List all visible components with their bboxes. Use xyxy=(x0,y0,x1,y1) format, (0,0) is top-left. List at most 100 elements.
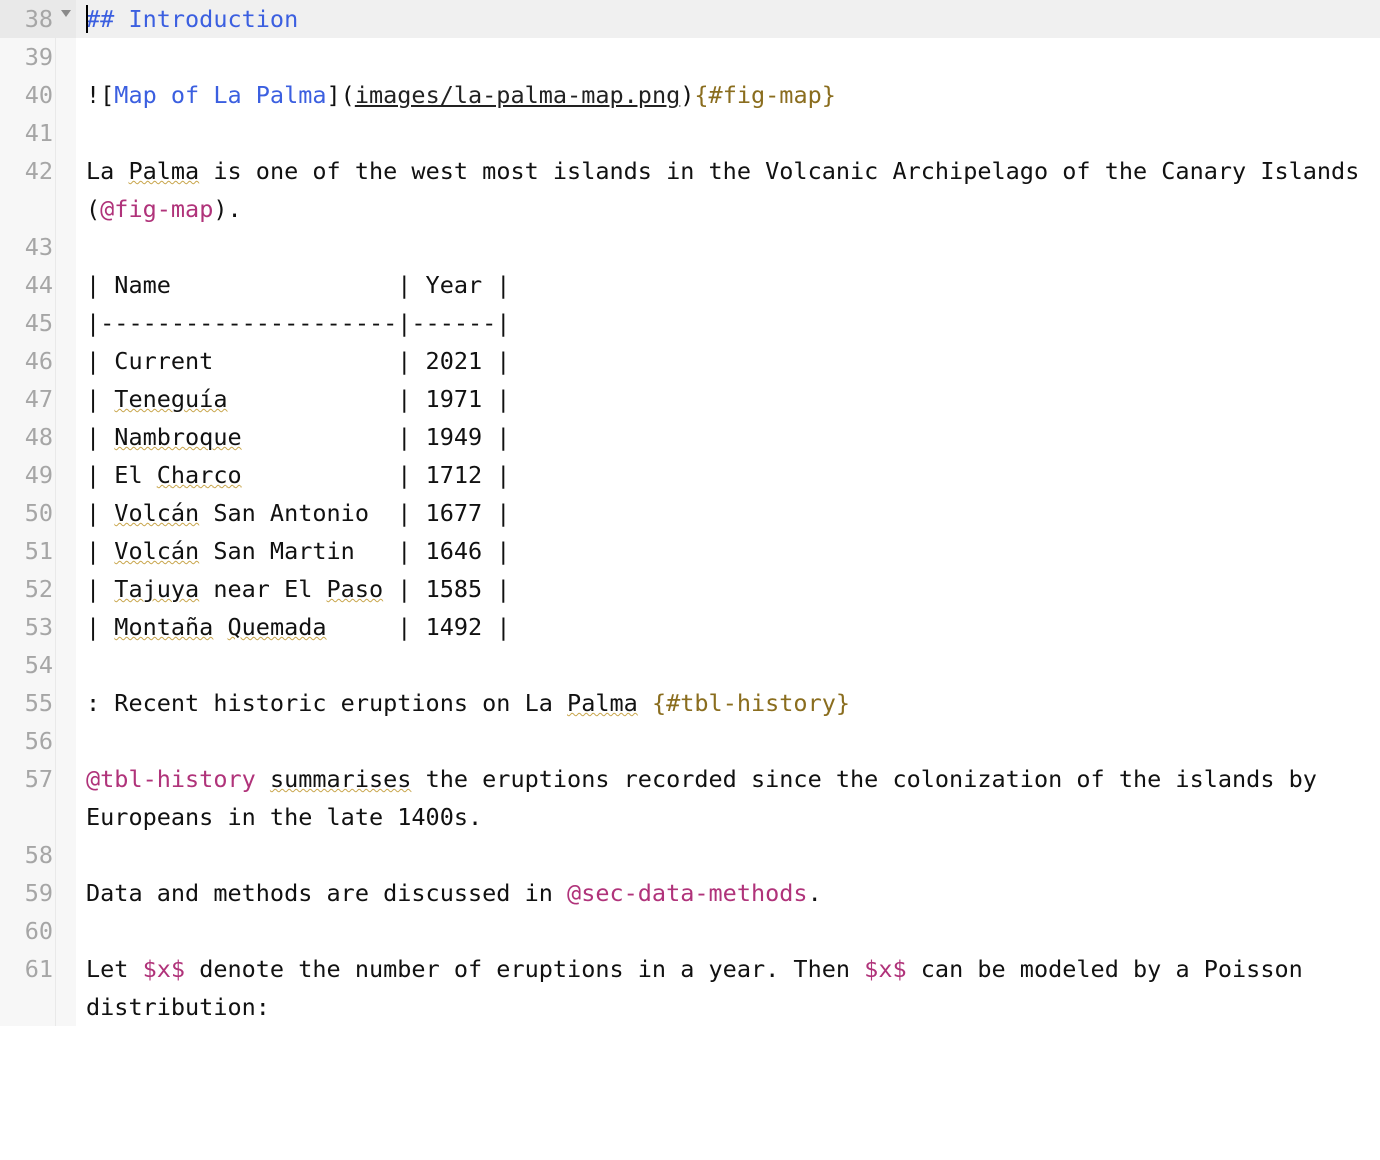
line-content[interactable]: | Nambroque | 1949 | xyxy=(76,418,1380,456)
fold-gutter xyxy=(56,228,76,266)
fold-gutter xyxy=(56,836,76,874)
code-line[interactable]: 61Let $x$ denote the number of eruptions… xyxy=(0,950,1380,1026)
code-text xyxy=(213,613,227,641)
code-line[interactable]: 43 xyxy=(0,228,1380,266)
code-line[interactable]: 59Data and methods are discussed in @sec… xyxy=(0,874,1380,912)
fold-gutter[interactable] xyxy=(56,0,76,38)
code-line[interactable]: 55 : Recent historic eruptions on La Palm… xyxy=(0,684,1380,722)
code-text: San Martin | 1646 | xyxy=(199,537,510,565)
code-text xyxy=(638,689,652,717)
line-content[interactable]: Let $x$ denote the number of eruptions i… xyxy=(76,950,1380,1026)
fold-gutter xyxy=(56,418,76,456)
fold-gutter xyxy=(56,380,76,418)
line-number: 40 xyxy=(0,76,56,114)
code-line[interactable]: 41 xyxy=(0,114,1380,152)
text-cursor xyxy=(86,5,88,33)
line-content[interactable]: | Teneguía | 1971 | xyxy=(76,380,1380,418)
line-number: 60 xyxy=(0,912,56,950)
fold-gutter xyxy=(56,304,76,342)
code-text: near El xyxy=(199,575,326,603)
code-text: | xyxy=(86,537,114,565)
code-text: | El xyxy=(86,461,157,489)
code-text: | 1585 | xyxy=(383,575,510,603)
line-content[interactable]: | Montaña Quemada | 1492 | xyxy=(76,608,1380,646)
md-image-suffix: ) xyxy=(680,81,694,109)
fold-gutter xyxy=(56,76,76,114)
fold-gutter xyxy=(56,342,76,380)
fold-gutter xyxy=(56,38,76,76)
line-number: 55 xyxy=(0,684,56,722)
spellcheck-word: Quemada xyxy=(228,613,327,641)
md-image-alt: Map of La Palma xyxy=(114,81,326,109)
code-editor[interactable]: 38## Introduction3940 ![Map of La Palma](… xyxy=(0,0,1380,1026)
line-content[interactable]: ![Map of La Palma](images/la-palma-map.p… xyxy=(76,76,1380,114)
line-content[interactable]: | Volcán San Antonio | 1677 | xyxy=(76,494,1380,532)
code-line[interactable]: 54 xyxy=(0,646,1380,684)
spellcheck-word: Nambroque xyxy=(114,423,241,451)
fold-gutter xyxy=(56,494,76,532)
line-content[interactable]: |---------------------|------| xyxy=(76,304,1380,342)
code-line[interactable]: 53| Montaña Quemada | 1492 | xyxy=(0,608,1380,646)
code-line[interactable]: 38## Introduction xyxy=(0,0,1380,38)
fold-gutter xyxy=(56,532,76,570)
line-number: 57 xyxy=(0,760,56,836)
line-number: 47 xyxy=(0,380,56,418)
fold-gutter xyxy=(56,874,76,912)
line-content[interactable]: | El Charco | 1712 | xyxy=(76,456,1380,494)
line-number: 49 xyxy=(0,456,56,494)
chevron-down-icon[interactable] xyxy=(61,10,71,17)
line-number: 56 xyxy=(0,722,56,760)
line-number: 39 xyxy=(0,38,56,76)
line-content[interactable]: ## Introduction xyxy=(76,0,1380,38)
code-text: La xyxy=(86,157,128,185)
code-line[interactable]: 48| Nambroque | 1949 | xyxy=(0,418,1380,456)
line-content[interactable]: Data and methods are discussed in @sec-d… xyxy=(76,874,1380,912)
code-line[interactable]: 58 xyxy=(0,836,1380,874)
line-content[interactable]: | Current | 2021 | xyxy=(76,342,1380,380)
code-line[interactable]: 47 | Teneguía | 1971 | xyxy=(0,380,1380,418)
code-text: is one of the west most islands in the V… xyxy=(86,157,1374,223)
inline-math: $x$ xyxy=(143,955,185,983)
code-line[interactable]: 60 xyxy=(0,912,1380,950)
line-number: 45 xyxy=(0,304,56,342)
code-line[interactable]: 57 @tbl-history summarises the eruptions … xyxy=(0,760,1380,836)
line-content[interactable]: | Tajuya near El Paso | 1585 | xyxy=(76,570,1380,608)
code-text: Data and methods are discussed in xyxy=(86,879,567,907)
code-line[interactable]: 52 | Tajuya near El Paso | 1585 | xyxy=(0,570,1380,608)
line-content[interactable]: @tbl-history summarises the eruptions re… xyxy=(76,760,1380,836)
code-line[interactable]: 42La Palma is one of the west most islan… xyxy=(0,152,1380,228)
markdown-heading: ## Introduction xyxy=(86,5,298,33)
code-line[interactable]: 56 xyxy=(0,722,1380,760)
line-number: 46 xyxy=(0,342,56,380)
fold-gutter xyxy=(56,722,76,760)
code-text: . xyxy=(808,879,822,907)
code-line[interactable]: 40 ![Map of La Palma](images/la-palma-map… xyxy=(0,76,1380,114)
code-text: ). xyxy=(213,195,241,223)
md-image-prefix: ![ xyxy=(86,81,114,109)
code-line[interactable]: 44| Name | Year | xyxy=(0,266,1380,304)
line-content[interactable]: | Volcán San Martin | 1646 | xyxy=(76,532,1380,570)
line-number: 52 xyxy=(0,570,56,608)
line-content[interactable]: | Name | Year | xyxy=(76,266,1380,304)
fold-gutter xyxy=(56,114,76,152)
spellcheck-word: Palma xyxy=(128,157,199,185)
cross-ref: @fig-map xyxy=(100,195,213,223)
code-text: | xyxy=(86,423,114,451)
fold-gutter xyxy=(56,608,76,646)
code-text: | xyxy=(86,575,114,603)
code-line[interactable]: 39 xyxy=(0,38,1380,76)
code-text: : Recent historic eruptions on La xyxy=(86,689,567,717)
line-content[interactable]: : Recent historic eruptions on La Palma … xyxy=(76,684,1380,722)
code-line[interactable]: 49 | El Charco | 1712 | xyxy=(0,456,1380,494)
line-number: 50 xyxy=(0,494,56,532)
code-line[interactable]: 45 |---------------------|------| xyxy=(0,304,1380,342)
code-line[interactable]: 46 | Current | 2021 | xyxy=(0,342,1380,380)
code-line[interactable]: 51| Volcán San Martin | 1646 | xyxy=(0,532,1380,570)
cross-ref: @sec-data-methods xyxy=(567,879,808,907)
code-text: San Antonio | 1677 | xyxy=(199,499,510,527)
line-content[interactable]: La Palma is one of the west most islands… xyxy=(76,152,1380,228)
cross-ref: @tbl-history xyxy=(86,765,256,793)
code-line[interactable]: 50 | Volcán San Antonio | 1677 | xyxy=(0,494,1380,532)
fold-gutter xyxy=(56,570,76,608)
code-text: | 1971 | xyxy=(227,385,510,413)
